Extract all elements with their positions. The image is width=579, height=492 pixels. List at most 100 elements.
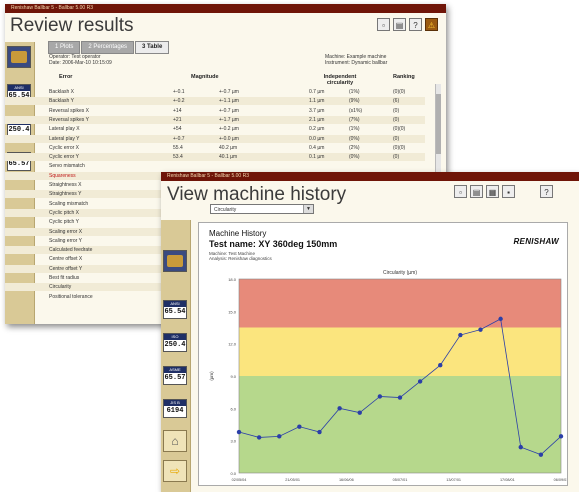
data-point [558,434,564,439]
col-magnitude: Magnitude [191,74,219,80]
data-point [357,410,362,415]
table-cell-mag2: 40.2 µm [219,144,238,151]
y-tick-label: 3.0 [230,439,236,444]
sidebar-standard-iso[interactable]: ISO 250.4 [163,333,187,352]
table-cell-circ: 1.1 µm [309,98,325,105]
ballbar-logo-icon [163,250,187,272]
table-cell-mag2: +-0.2 µm [219,126,239,133]
data-point [337,406,342,411]
table-cell-pct: (1%) [349,126,360,133]
table-cell-mag2: +-0.0 µm [219,135,239,142]
table-row: Reversal spikes X +14 +-0.7 µm 3.7 µm (s1%) (… [5,107,425,115]
table-cell-pct: (9%) [349,98,360,105]
history-window-title: View machine history [167,184,347,205]
circularity-chart: Circularity (µm) 0.0 3.0 6.0 9.0 12.0 15.0 18.0… [209,270,567,482]
table-row: Lateral play X +54 +-0.2 µm 0.2 µm (1%) (0)(0… [5,125,425,133]
chart-band [239,327,561,376]
print-icon[interactable]: ▤ [393,18,406,31]
table-cell-rank: (0) [393,135,400,142]
table-row: Backlash X +-0.1 +-0.7 µm 0.7 µm (1%) (0)(0) [5,88,425,96]
table-cell-mag2: +-0.7 µm [219,89,239,95]
sidebar-standard-ansi[interactable]: ANSI 65.54 [163,300,187,319]
x-tick-label: 06/09/01 [554,478,567,482]
data-point [236,429,242,435]
table-cell-error: Straightness X [49,182,82,188]
table-cell-mag1: +-0.2 [173,98,185,105]
sidebar-standard-jis[interactable]: JIS B 6194 [163,399,187,418]
table-cell-error: Best fit radius [49,275,80,281]
table-cell-error: Positional tolerance [49,293,93,300]
help-icon[interactable]: ? [409,18,422,31]
data-point [478,327,483,332]
table-cell-error: Calculated feedrate [49,247,93,254]
table-cell-mag1: +-0.7 [173,135,185,142]
table-cell-circ: 0.4 µm [309,144,325,151]
chevron-down-icon: ▼ [303,205,313,213]
table-cell-circ: 3.7 µm [309,107,325,114]
table-icon[interactable]: ▤ [470,185,483,198]
tab-plots[interactable]: 1 Plots [48,41,81,54]
table-cell-error: Reversal spikes Y [49,116,89,123]
table-cell-mag2: +-0.7 µm [219,107,239,114]
table-cell-rank: (0)(0) [393,126,406,133]
table-cell-error: Centre offset Y [49,265,83,272]
review-info-left: Operator: Test operator Date: 2006-Mar-1… [49,54,112,66]
col-error: Error [59,74,73,80]
data-point [458,332,463,338]
table-cell-rank: (0) [393,116,400,123]
sidebar-standard-asme[interactable]: ASME 65.57 [163,366,187,385]
ballbar-logo-icon [7,46,31,68]
table-cell-error: Backlash X [49,89,75,95]
metric-dropdown[interactable]: Circularity ▼ [210,204,314,214]
x-tick-label: 05/07/01 [393,478,408,482]
table-cell-rank: (6) [393,98,400,105]
table-cell-error: Scaling mismatch [49,200,89,207]
col-circularity: Independent circularity [323,74,357,86]
table-cell-error: Cyclic error Y [49,154,79,161]
chart-icon[interactable]: ▫ [454,185,467,198]
y-tick-label: 15.0 [228,309,237,314]
history-panel: Machine History Test name: XY 360deg 150… [198,222,568,486]
table-cell-error: Cyclic pitch Y [49,219,79,226]
warning-icon[interactable]: ⚠ [425,18,438,31]
table-cell-pct: (0%) [349,154,360,161]
history-analysis: Analysis: Renishaw diagnostics [209,256,272,261]
table-row: Cyclic error Y 53.4 40.1 µm 0.1 µm (0%) (0) [5,153,425,162]
table-cell-error: Circularity [49,284,72,291]
data-point [397,395,403,400]
table-cell-pct: (2%) [349,144,360,151]
y-axis-label: (µm) [209,371,214,381]
review-window-titlebar: Renishaw Ballbar 5 - Ballbar 5.00 R3 [5,4,446,13]
home-button[interactable]: ⌂ [163,430,187,452]
print-icon[interactable]: ▦ [486,185,499,198]
table-cell-error: Cyclic error X [49,144,80,151]
table-cell-mag1: +54 [173,126,182,133]
tab-table[interactable]: 3 Table [135,41,170,54]
data-point [498,316,503,322]
y-tick-label: 0.0 [230,471,236,476]
table-cell-error: Cyclic pitch X [49,209,80,216]
data-point [518,444,523,450]
data-point [438,363,443,368]
y-tick-label: 9.0 [230,374,236,379]
chart-icon[interactable]: ▫ [377,18,390,31]
table-cell-pct: (0%) [349,135,360,142]
history-sidebar: ANSI 65.54 ISO 250.4 ASME 65.57 JIS B 61… [161,220,191,492]
review-window-title: Review results [10,15,134,36]
review-info-right: Machine: Example machine Instrument: Dyn… [325,54,388,66]
table-cell-rank: (0)(0) [393,144,406,151]
table-row: Cyclic error X 55.4 40.2 µm 0.4 µm (2%) (0)(0… [5,144,425,152]
x-tick-label: 21/05/01 [285,478,300,482]
data-point [377,394,383,399]
table-cell-error: Lateral play X [49,126,80,133]
table-cell-error: Backlash Y [49,98,74,105]
x-tick-label: 16/06/06 [339,478,354,482]
table-row: Lateral play Y +-0.7 +-0.0 µm 0.0 µm (0%) (0) [5,134,425,143]
table-row: Reversal spikes Y +21 +-1.7 µm 2.1 µm (7%) (0… [5,115,425,124]
help-icon[interactable]: ? [540,185,553,198]
save-icon[interactable]: ▪ [502,185,515,198]
table-cell-circ: 2.1 µm [309,116,325,123]
tab-percentages[interactable]: 2 Percentages [81,41,135,54]
table-cell-error: Servo mismatch [49,163,85,170]
back-arrow-button[interactable]: ⇨ [163,460,187,482]
